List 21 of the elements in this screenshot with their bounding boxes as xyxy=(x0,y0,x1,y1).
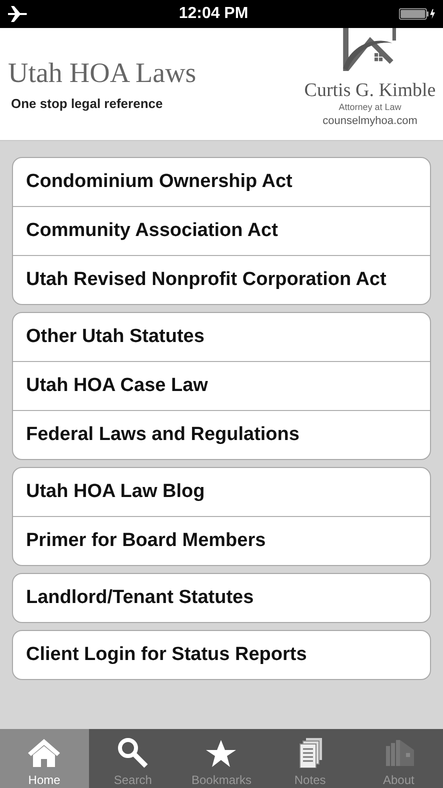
menu-item[interactable]: Utah HOA Law Blog xyxy=(13,468,430,516)
attorney-role: Attorney at Law xyxy=(338,102,402,112)
status-time: 12:04 PM xyxy=(178,5,248,23)
app-title: Utah HOA Laws xyxy=(8,58,196,90)
website-text: counselmyhoa.com xyxy=(322,115,418,127)
home-icon xyxy=(27,738,62,768)
menu-item[interactable]: Condominium Ownership Act xyxy=(13,158,430,206)
airplane-icon xyxy=(8,6,28,22)
search-icon xyxy=(116,738,150,768)
menu-item[interactable]: Primer for Board Members xyxy=(13,516,430,565)
menu-item[interactable]: Federal Laws and Regulations xyxy=(13,410,430,459)
menu-item[interactable]: Community Association Act xyxy=(13,206,430,255)
menu-item[interactable]: Utah Revised Nonprofit Corporation Act xyxy=(13,255,430,304)
menu-item[interactable]: Utah HOA Case Law xyxy=(13,361,430,410)
menu-item[interactable]: Other Utah Statutes xyxy=(13,313,430,361)
battery-icon xyxy=(399,7,435,21)
app-subtitle: One stop legal reference xyxy=(10,96,164,111)
attorney-name: Curtis G. Kimble xyxy=(304,80,436,102)
menu-item[interactable]: Client Login for Status Reports xyxy=(13,631,430,679)
star-icon xyxy=(204,738,238,768)
menu-item[interactable]: Landlord/Tenant Statutes xyxy=(13,574,430,622)
